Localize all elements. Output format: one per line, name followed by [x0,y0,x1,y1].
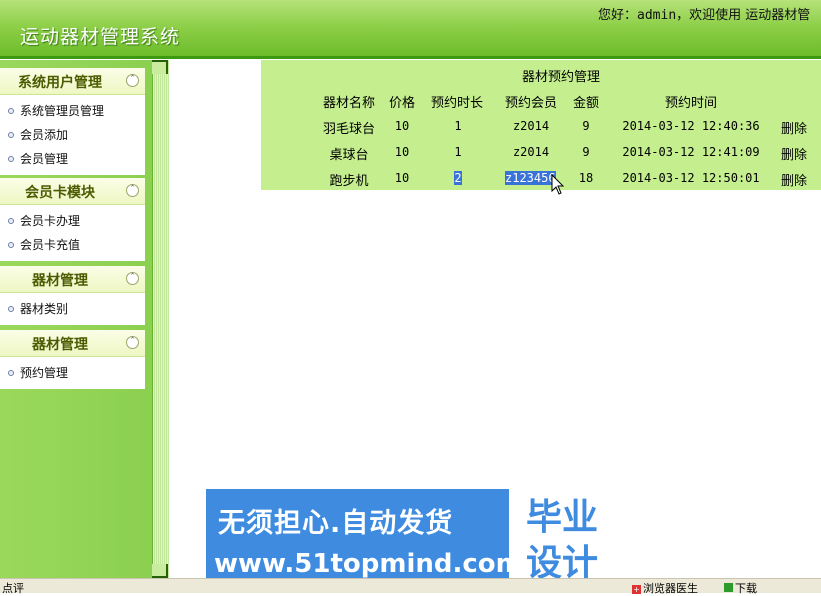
column-header-member: 预约会员 [504,96,557,111]
badge-line1: 毕业 [525,497,598,538]
cell-duration-selected: 2 [453,171,463,185]
menu-head-label: 器材管理 [32,273,88,289]
sidebar-item-equipment-category[interactable]: 器材类别 [0,297,145,321]
menu-body: 预约管理 [0,357,145,389]
menu-body: 会员卡办理 会员卡充值 [0,205,145,261]
splitter-cap-top [152,60,168,74]
cell-member: z2014 [512,119,550,133]
menu-head-label: 系统用户管理 [18,75,102,91]
cell-name: 桌球台 [329,148,369,163]
cell-name: 羽毛球台 [322,122,375,137]
watermark-banner: 无须担心.自动发货 www.51topmind.com 毕业 设计 [206,489,615,592]
download-label: 下载 [735,582,757,595]
sidebar-item-label: 系统管理员管理 [20,104,105,118]
banner-url: www.51topmind.com [214,549,523,579]
cell-duration: 1 [454,119,462,133]
menu-group-member-card: 会员卡模块 ˆ 会员卡办理 会员卡充值 [0,178,145,261]
double-chevron-up-icon[interactable]: ˆ [126,184,139,197]
sidebar-item-card-recharge[interactable]: 会员卡充值 [0,233,145,257]
cell-price: 10 [394,119,410,133]
download-icon [724,583,733,592]
menu-head[interactable]: 会员卡模块 ˆ [0,178,145,205]
browser-doctor-button[interactable]: + 浏览器医生 [632,580,698,596]
menu-group-equipment-2: 器材管理 ˆ 预约管理 [0,330,145,389]
selected-text: 2 [454,171,462,185]
cell-duration: 1 [454,145,462,159]
banner-slogan: 无须担心.自动发货 [218,508,454,539]
delete-link[interactable]: 删除 [777,144,811,163]
browser-status-bar: 点评 + 浏览器医生 下载 [0,578,821,596]
sidebar-item-label: 预约管理 [20,366,69,380]
column-header-amount: 金额 [572,96,599,111]
cell-amount: 18 [578,171,594,185]
menu-head-label: 器材管理 [32,337,88,353]
menu-body: 器材类别 [0,293,145,325]
cell-time: 2014-03-12 12:50:01 [622,171,760,185]
cell-member: z2014 [512,145,550,159]
bullet-icon [8,242,14,248]
sidebar-item-member-management[interactable]: 会员管理 [0,147,145,171]
cell-amount: 9 [582,119,590,133]
sidebar-item-member-add[interactable]: 会员添加 [0,123,145,147]
column-header-name: 器材名称 [322,96,375,111]
sidebar-item-label: 会员添加 [20,128,69,142]
column-header-time: 预约时间 [664,96,717,111]
bullet-icon [8,156,14,162]
delete-link[interactable]: 删除 [777,118,811,137]
bullet-icon [8,132,14,138]
column-header-price: 价格 [388,96,415,111]
sidebar-item-label: 会员卡充值 [20,238,81,252]
reservation-panel: 器材预约管理 器材名称 价格 预约时长 预约会员 金额 预约时间 羽毛球台 10… [261,60,821,190]
app-title: 运动器材管理系统 [20,26,181,48]
app-header: 运动器材管理系统 您好：admin，欢迎使用 运动器材管 [0,0,821,59]
delete-link[interactable]: 删除 [777,170,811,189]
menu-group-system-users: 系统用户管理 ˆ 系统管理员管理 会员添加 会员管理 [0,68,145,175]
menu-head[interactable]: 器材管理 ˆ [0,266,145,293]
sidebar-item-label: 会员卡办理 [20,214,81,228]
sidebar-item-label: 会员管理 [20,152,69,166]
sidebar-item-label: 器材类别 [20,302,69,316]
menu-head-label: 会员卡模块 [25,185,95,201]
welcome-prefix: 您好： [598,8,638,23]
banner-badge: 毕业 设计 [509,489,615,592]
sidebar-item-reservation-management[interactable]: 预约管理 [0,361,145,385]
menu-body: 系统管理员管理 会员添加 会员管理 [0,95,145,175]
selected-text: z123456 [505,171,556,185]
mouse-cursor-icon [551,174,565,195]
status-left-text: 点评 [2,582,24,595]
bullet-icon [8,306,14,312]
sidebar-item-card-issue[interactable]: 会员卡办理 [0,209,145,233]
welcome-text: 您好：admin，欢迎使用 运动器材管 [598,4,810,23]
double-chevron-up-icon[interactable]: ˆ [126,336,139,349]
bullet-icon [8,108,14,114]
cell-amount: 9 [582,145,590,159]
bullet-icon [8,218,14,224]
cell-time: 2014-03-12 12:40:36 [622,119,760,133]
page-title: 器材预约管理 [521,70,600,85]
menu-head[interactable]: 系统用户管理 ˆ [0,68,145,95]
cell-name: 跑步机 [329,174,369,189]
cell-price: 10 [394,171,410,185]
cell-price: 10 [394,145,410,159]
menu-head[interactable]: 器材管理 ˆ [0,330,145,357]
browser-doctor-label: 浏览器医生 [643,582,698,595]
column-header-duration: 预约时长 [430,96,483,111]
welcome-suffix: ，欢迎使用 运动器材管 [676,8,811,23]
sidebar-item-admin-management[interactable]: 系统管理员管理 [0,99,145,123]
download-button[interactable]: 下载 [724,580,757,596]
cell-time: 2014-03-12 12:41:09 [622,145,760,159]
sidebar-splitter[interactable] [152,60,169,578]
username: admin [637,8,677,23]
double-chevron-up-icon[interactable]: ˆ [126,272,139,285]
splitter-cap-bottom [152,564,168,578]
medical-cross-icon: + [632,585,641,594]
double-chevron-up-icon[interactable]: ˆ [126,74,139,87]
menu-group-equipment: 器材管理 ˆ 器材类别 [0,266,145,325]
bullet-icon [8,370,14,376]
